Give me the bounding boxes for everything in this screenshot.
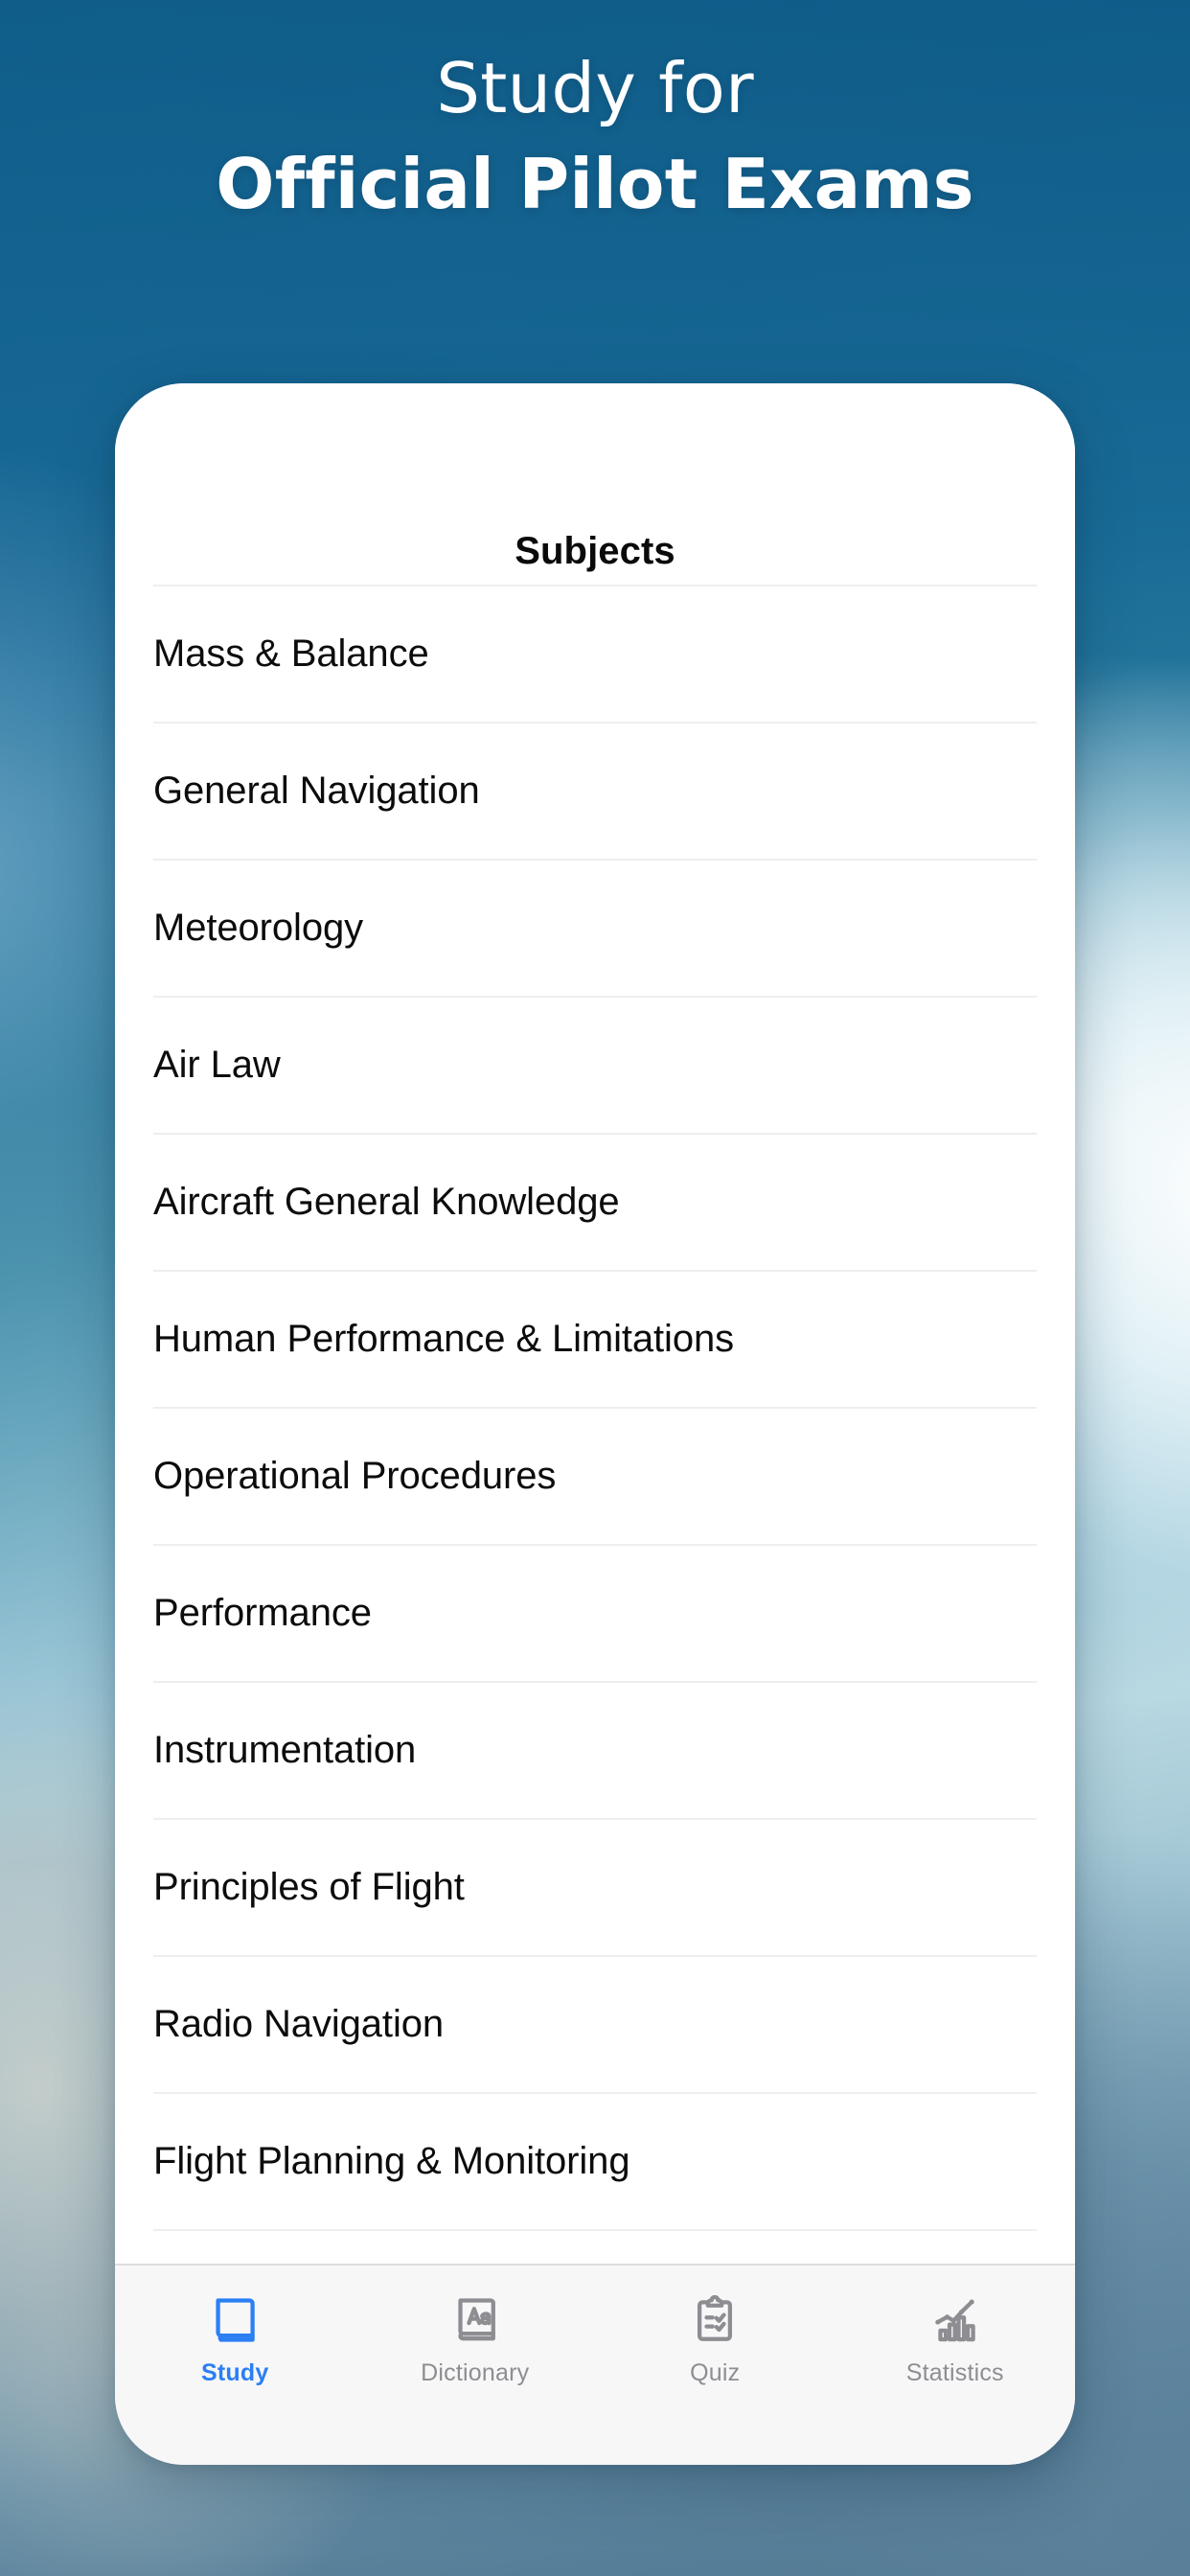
subject-list-item[interactable]: Operational Procedures bbox=[153, 1409, 1037, 1546]
page-title: Subjects bbox=[515, 530, 675, 572]
subject-list-item-label: Aircraft General Knowledge bbox=[153, 1181, 620, 1223]
subject-list-item[interactable]: Meteorology bbox=[153, 861, 1037, 998]
subject-list-item-label: Principles of Flight bbox=[153, 1866, 465, 1908]
subject-list-item[interactable]: Instrumentation bbox=[153, 1683, 1037, 1820]
dictionary-book-aa-icon bbox=[446, 2290, 505, 2350]
subject-list-item[interactable]: General Navigation bbox=[153, 724, 1037, 861]
headline-line-2: Official Pilot Exams bbox=[216, 143, 974, 224]
subject-list-item[interactable]: Human Performance & Limitations bbox=[153, 1272, 1037, 1409]
tab-item-dictionary[interactable]: Dictionary bbox=[355, 2290, 596, 2387]
subject-list-item-label: Flight Planning & Monitoring bbox=[153, 2140, 630, 2182]
subject-list-item-label: Performance bbox=[153, 1592, 372, 1634]
subject-list-item[interactable]: Principles of Flight bbox=[153, 1820, 1037, 1957]
subject-list-item-label: Radio Navigation bbox=[153, 2003, 445, 2045]
bar-chart-trend-icon bbox=[926, 2290, 985, 2350]
subject-list-item[interactable]: Flight Planning & Monitoring bbox=[153, 2094, 1037, 2231]
bottom-tab-bar: Study Dictionary Quiz Statistics bbox=[115, 2264, 1075, 2465]
subject-list-item-label: Mass & Balance bbox=[153, 632, 429, 675]
subject-list-item[interactable]: Aircraft General Knowledge bbox=[153, 1135, 1037, 1272]
tab-item-study[interactable]: Study bbox=[115, 2290, 355, 2387]
subject-list-item[interactable]: Performance bbox=[153, 1546, 1037, 1683]
phone-device-frame: Subjects Mass & Balance General Navigatio… bbox=[115, 383, 1075, 2465]
tab-item-quiz[interactable]: Quiz bbox=[595, 2290, 835, 2387]
tab-label: Dictionary bbox=[421, 2359, 530, 2386]
book-icon bbox=[205, 2290, 264, 2350]
subject-list-item-label: General Navigation bbox=[153, 770, 480, 812]
subject-list-item-label: Human Performance & Limitations bbox=[153, 1318, 735, 1360]
tab-item-statistics[interactable]: Statistics bbox=[835, 2290, 1076, 2387]
subject-list[interactable]: Mass & Balance General Navigation Meteorol… bbox=[153, 586, 1037, 2231]
subject-list-item-label: Operational Procedures bbox=[153, 1455, 557, 1497]
subject-list-item-label: Air Law bbox=[153, 1044, 281, 1086]
tab-label: Quiz bbox=[690, 2359, 741, 2386]
navigation-header: Subjects bbox=[153, 383, 1037, 586]
subject-list-item[interactable]: Radio Navigation bbox=[153, 1957, 1037, 2094]
subject-list-item[interactable]: Mass & Balance bbox=[153, 586, 1037, 724]
tab-label: Statistics bbox=[905, 2359, 1004, 2386]
subject-list-item-label: Meteorology bbox=[153, 907, 364, 949]
subject-list-item-label: Instrumentation bbox=[153, 1729, 417, 1771]
subject-list-item[interactable]: Air Law bbox=[153, 998, 1037, 1135]
headline-line-1: Study for bbox=[436, 48, 754, 128]
app-screen: Subjects Mass & Balance General Navigatio… bbox=[115, 383, 1075, 2264]
clipboard-checklist-icon bbox=[685, 2290, 744, 2350]
tab-label: Study bbox=[201, 2359, 269, 2386]
marketing-headline: Study for Official Pilot Exams bbox=[0, 44, 1190, 229]
